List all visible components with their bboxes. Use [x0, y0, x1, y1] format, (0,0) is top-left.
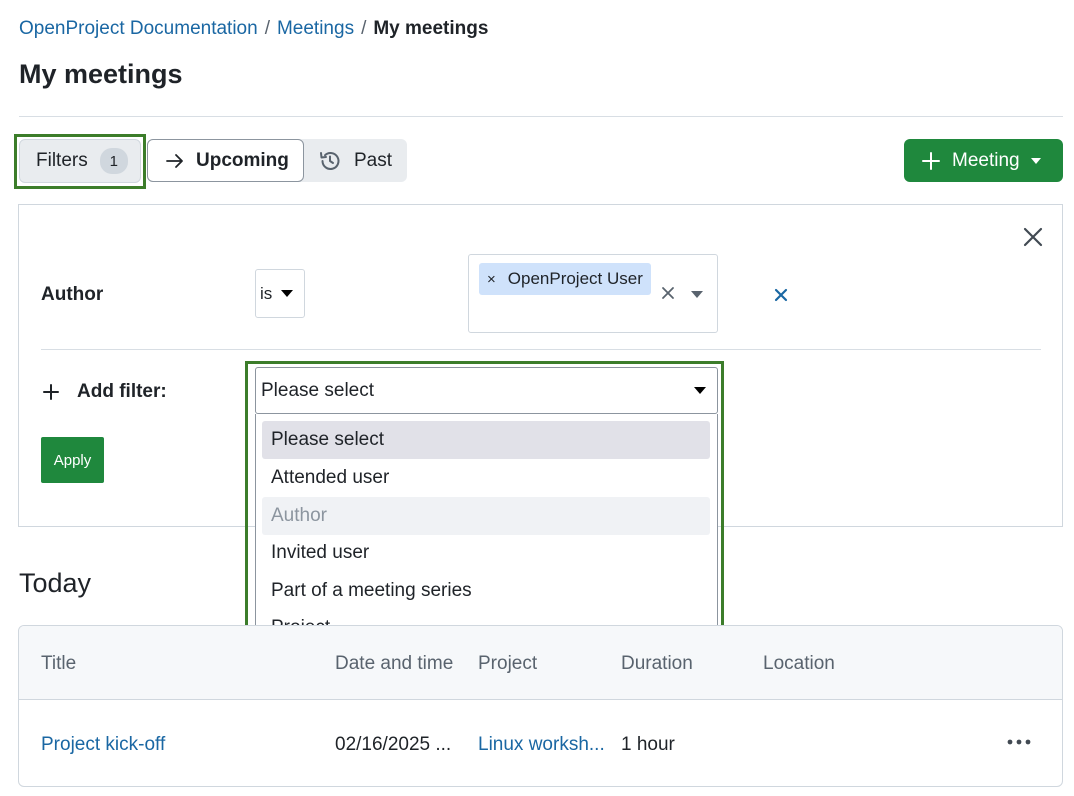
breadcrumb-separator: /	[361, 18, 367, 39]
breadcrumb-link-meetings[interactable]: Meetings	[277, 18, 354, 40]
add-filter-options: Please select Attended user Author Invit…	[255, 414, 718, 652]
option-author: Author	[262, 497, 710, 535]
author-value-chip: × OpenProject User	[479, 263, 651, 295]
add-meeting-button[interactable]: Meeting	[904, 139, 1063, 182]
table-header	[19, 626, 1062, 700]
column-header-project[interactable]: Project	[478, 653, 537, 675]
title-divider	[19, 116, 1063, 117]
breadcrumb: OpenProject Documentation / Meetings / M…	[19, 18, 488, 40]
author-operator-select[interactable]: is	[255, 269, 305, 318]
page-title: My meetings	[19, 59, 183, 89]
chip-remove-icon[interactable]: ×	[487, 271, 496, 288]
kebab-horizontal-icon[interactable]	[1006, 738, 1032, 746]
author-filter-label: Author	[41, 284, 104, 305]
past-label: Past	[354, 149, 393, 171]
plus-icon	[922, 151, 940, 170]
breadcrumb-link-documentation[interactable]: OpenProject Documentation	[19, 18, 258, 40]
caret-down-icon	[281, 290, 294, 297]
meetings-table: Title Date and time Project Duration Loc…	[18, 625, 1063, 787]
add-filter-select[interactable]: Please select	[255, 367, 718, 414]
caret-down-icon	[694, 387, 706, 394]
chip-label: OpenProject User	[507, 269, 643, 288]
add-filter-select-value: Please select	[261, 379, 375, 401]
history-icon	[320, 151, 340, 170]
caret-down-icon	[1030, 157, 1041, 164]
meeting-project-link[interactable]: Linux worksh...	[478, 734, 605, 756]
operator-value: is	[260, 283, 273, 303]
column-header-location[interactable]: Location	[763, 653, 835, 675]
column-header-duration[interactable]: Duration	[621, 653, 693, 675]
upcoming-toggle[interactable]: Upcoming	[147, 139, 304, 182]
option-please-select[interactable]: Please select	[262, 421, 710, 459]
apply-button[interactable]: Apply	[41, 437, 104, 483]
meeting-title-link[interactable]: Project kick-off	[41, 734, 165, 756]
filters-count-badge: 1	[99, 148, 128, 174]
filters-button-label: Filters	[36, 150, 88, 171]
upcoming-label: Upcoming	[196, 149, 289, 171]
plus-icon	[43, 384, 59, 400]
add-filter-label: Add filter:	[77, 381, 167, 402]
option-part-of-meeting-series[interactable]: Part of a meeting series	[262, 572, 710, 610]
caret-down-icon[interactable]	[690, 290, 704, 299]
arrow-right-icon	[166, 153, 183, 168]
meeting-duration: 1 hour	[621, 734, 675, 755]
clear-icon[interactable]	[660, 285, 676, 301]
filter-row-divider	[41, 349, 1041, 350]
remove-filter-icon[interactable]	[773, 287, 789, 303]
meeting-date: 02/16/2025 ...	[335, 734, 452, 755]
breadcrumb-separator: /	[264, 18, 270, 39]
column-header-title[interactable]: Title	[41, 653, 76, 675]
breadcrumb-current: My meetings	[373, 18, 489, 39]
add-meeting-label: Meeting	[952, 149, 1020, 171]
filters-button[interactable]: Filters 1	[19, 139, 141, 183]
section-heading-today: Today	[19, 568, 92, 598]
option-invited-user[interactable]: Invited user	[262, 534, 710, 572]
close-icon[interactable]	[1022, 226, 1044, 248]
past-toggle[interactable]: Past	[318, 139, 392, 182]
column-header-date[interactable]: Date and time	[335, 653, 453, 675]
option-attended-user[interactable]: Attended user	[262, 459, 710, 497]
